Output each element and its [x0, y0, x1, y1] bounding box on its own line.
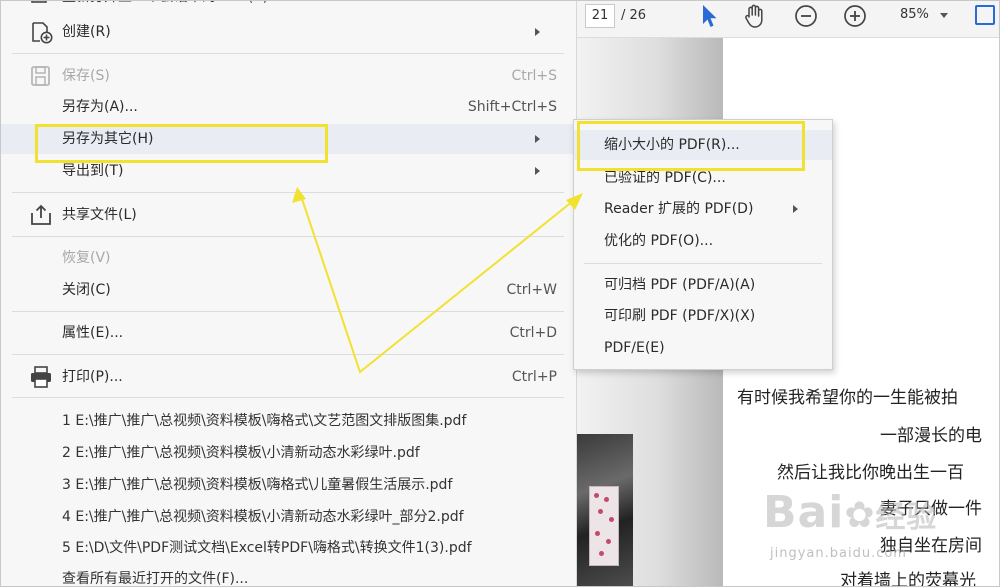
- menu-item-label: 打印(P)...: [62, 369, 123, 385]
- file-menu: 重新打开上一个会话中的 PDF(B) 创建(R) 保存(S) Ctrl+S 另存…: [0, 0, 577, 587]
- menu-divider: [12, 53, 564, 54]
- paw-icon: ✿: [844, 495, 876, 536]
- chevron-right-icon: [535, 135, 540, 143]
- chevron-right-icon: [793, 205, 798, 213]
- menu-item-label: 重新打开上一个会话中的 PDF(B): [62, 0, 268, 12]
- menu-divider: [12, 354, 564, 355]
- submenu-item-label: 可印刷 PDF (PDF/X)(X): [604, 308, 756, 324]
- menu-item-close[interactable]: 关闭(C) Ctrl+W: [0, 275, 577, 305]
- menu-item-label: 关闭(C): [62, 282, 111, 298]
- page-photo: [577, 434, 633, 587]
- chevron-down-icon[interactable]: [940, 13, 948, 18]
- menu-item-label: 恢复(V): [62, 250, 111, 266]
- printer-icon: [31, 366, 51, 388]
- menu-item-save-as[interactable]: 另存为(A)... Shift+Ctrl+S: [0, 92, 577, 122]
- menu-divider: [12, 311, 564, 312]
- submenu-item-label: Reader 扩展的 PDF(D): [604, 201, 754, 217]
- chevron-right-icon: [535, 167, 540, 175]
- menu-item-label: 保存(S): [62, 68, 110, 84]
- recent-file-item[interactable]: 3 E:\推广\推广\总视频\资料模板\嗨格式\儿童暑假生活展示.pdf: [62, 472, 452, 498]
- menu-item-label: 共享文件(L): [62, 207, 137, 223]
- watermark-logo: Bai✿经验: [763, 487, 937, 538]
- document-text-line: 有时候我希望你的一生能被拍: [737, 388, 958, 408]
- submenu-item-pdf-x[interactable]: 可印刷 PDF (PDF/X)(X): [574, 301, 832, 331]
- menu-item-print[interactable]: 打印(P)... Ctrl+P: [0, 362, 577, 392]
- menu-shortcut: Ctrl+W: [506, 282, 557, 298]
- recent-file-item[interactable]: 4 E:\推广\推广\总视频\资料模板\小清新动态水彩绿叶_部分2.pdf: [62, 504, 464, 530]
- watermark-brand: Bai: [763, 487, 845, 538]
- menu-shortcut: Ctrl+S: [511, 68, 557, 84]
- chevron-right-icon: [535, 28, 540, 36]
- menu-item-label: 创建(R): [62, 24, 111, 40]
- page-total: / 26: [621, 8, 647, 23]
- recent-file-item[interactable]: 5 E:\D\文件\PDF测试文档\Excel转PDF\嗨格式\转换文件1(3)…: [62, 535, 472, 561]
- menu-shortcut: Ctrl+D: [509, 325, 557, 341]
- submenu-item-reader-extended-pdf[interactable]: Reader 扩展的 PDF(D): [574, 194, 832, 224]
- menu-item-create[interactable]: 创建(R): [0, 17, 577, 47]
- document-text-line: 一部漫长的电: [880, 426, 982, 446]
- share-upload-icon: [31, 204, 51, 225]
- highlight-box-reduced-size-pdf: [577, 121, 805, 171]
- submenu-item-pdf-e[interactable]: PDF/E(E): [574, 333, 832, 363]
- page-number-input[interactable]: 21: [585, 4, 615, 28]
- menu-item-revert[interactable]: 恢复(V): [0, 243, 577, 273]
- save-disk-icon: [31, 66, 50, 86]
- document-text-line: 然后让我比你晚出生一百: [777, 463, 964, 483]
- recent-file-item[interactable]: 1 E:\推广\推广\总视频\资料模板\嗨格式\文艺范图文排版图集.pdf: [62, 408, 466, 434]
- submenu-item-pdf-a[interactable]: 可归档 PDF (PDF/A)(A): [574, 270, 832, 300]
- menu-divider: [12, 397, 564, 398]
- recent-file-item[interactable]: 2 E:\推广\推广\总视频\资料模板\小清新动态水彩绿叶.pdf: [62, 440, 420, 466]
- menu-item-share-file[interactable]: 共享文件(L): [0, 200, 577, 230]
- document-text-line: 对着墙上的荧幕光: [840, 571, 976, 587]
- fit-page-icon[interactable]: [975, 5, 995, 25]
- menu-item-save[interactable]: 保存(S) Ctrl+S: [0, 61, 577, 91]
- menu-item-properties[interactable]: 属性(E)... Ctrl+D: [0, 318, 577, 348]
- photo-poster: [589, 486, 619, 566]
- watermark-brand-cn: 经验: [875, 500, 938, 535]
- menu-shortcut: Ctrl+P: [511, 369, 557, 385]
- submenu-item-label: 优化的 PDF(O)...: [604, 233, 714, 249]
- menu-shortcut: Shift+Ctrl+S: [467, 99, 557, 115]
- submenu-item-label: PDF/E(E): [604, 340, 665, 356]
- zoom-out-icon[interactable]: [792, 2, 820, 30]
- viewer-toolbar: 21 / 26 85%: [577, 0, 1000, 38]
- menu-item-label: 另存为(A)...: [62, 99, 138, 115]
- menu-item-label: 属性(E)...: [62, 325, 124, 341]
- hand-tool-icon[interactable]: [741, 2, 769, 30]
- submenu-divider: [584, 263, 822, 264]
- watermark-url: jingyan.baidu.com: [770, 546, 907, 561]
- submenu-item-label: 可归档 PDF (PDF/A)(A): [604, 277, 756, 293]
- zoom-in-icon[interactable]: [841, 2, 869, 30]
- highlight-box-save-as-other: [35, 124, 328, 163]
- menu-item-reopen-session[interactable]: 重新打开上一个会话中的 PDF(B): [0, 0, 577, 12]
- menu-divider: [12, 236, 564, 237]
- select-arrow-icon[interactable]: [695, 2, 723, 30]
- view-all-recent-link[interactable]: 查看所有最近打开的文件(F)...: [62, 566, 248, 587]
- menu-divider: [12, 192, 564, 193]
- submenu-item-optimized-pdf[interactable]: 优化的 PDF(O)...: [574, 226, 832, 256]
- create-pdf-icon: [32, 22, 53, 44]
- reopen-icon: [31, 0, 47, 3]
